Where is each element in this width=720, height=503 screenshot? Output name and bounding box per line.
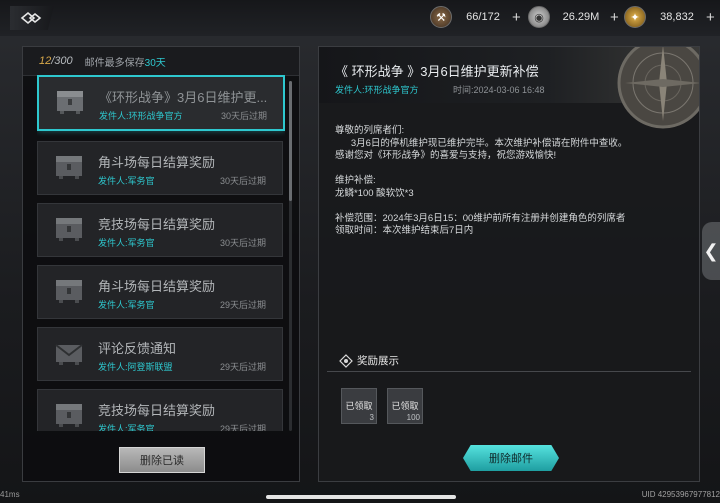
- mail-chest-icon: [56, 280, 82, 303]
- reward-quantity: 100: [406, 413, 420, 422]
- mail-body-line: 补偿范围：2024年3月6日15：00维护前所有注册并创建角色的列席者: [335, 212, 626, 224]
- silver-resource: ◉ 26.29M +: [528, 6, 619, 28]
- gold-resource: ✦ 38,832 +: [624, 6, 715, 28]
- stamina-value: 66/172: [466, 11, 500, 23]
- mail-title: 角斗场每日结算奖励: [98, 155, 216, 170]
- add-gold-button[interactable]: +: [706, 10, 715, 25]
- mail-chest-icon: [56, 218, 82, 241]
- mail-envelope-icon: [55, 344, 83, 365]
- mail-body-line: 领取时间：本次维护结束后7日内: [335, 225, 474, 236]
- diamond-icon: [339, 353, 353, 368]
- reward-status: 已领取: [345, 401, 373, 411]
- back-button[interactable]: [10, 6, 54, 30]
- mail-detail-sender: 发件人:环形战争官方: [335, 85, 419, 95]
- mail-list-header: 12/300 邮件最多保存30天: [23, 47, 299, 76]
- silver-coin-icon: ◉: [528, 6, 550, 28]
- mail-body-line: 龙鳞*100 酸软饮*3: [335, 187, 414, 199]
- mail-item[interactable]: 评论反馈通知 发件人:阿登斯联盟 29天后过期: [37, 327, 283, 381]
- mail-body: 尊敬的列席者们: 3月6日的停机维护现已维护完毕。本次维护补偿请在附件中查收。 …: [335, 125, 627, 238]
- keep-prefix: 邮件最多保存: [84, 57, 145, 69]
- delete-read-button[interactable]: 删除已读: [119, 447, 205, 473]
- mail-body-line: 3月6日的停机维护现已维护完毕。本次维护补偿请在附件中查收。: [335, 137, 628, 149]
- mail-count-total: /300: [51, 55, 73, 67]
- add-stamina-button[interactable]: +: [512, 10, 521, 25]
- mail-expire: 30天后过期: [219, 176, 266, 186]
- mail-expire: 29天后过期: [219, 362, 266, 372]
- mail-sender: 发件人:阿登斯联盟: [98, 362, 173, 372]
- mail-sender: 发件人:军务官: [98, 176, 155, 186]
- add-silver-button[interactable]: +: [610, 10, 619, 25]
- mail-body-line: 尊敬的列席者们:: [335, 125, 405, 136]
- reward-section-title: 奖励展示: [339, 353, 399, 368]
- gold-coin-icon: ✦: [624, 6, 646, 28]
- stamina-icon: ⚒: [430, 6, 452, 28]
- mail-expire: 30天后过期: [219, 238, 266, 248]
- mail-detail-title: 《 环形战争 》3月6日维护更新补偿: [335, 64, 539, 79]
- mail-body-line: 感谢您对《环形战争》的喜爱与支持，祝您游戏愉快!: [335, 150, 557, 161]
- mail-expire: 29天后过期: [219, 424, 266, 431]
- mail-count: 12/300: [39, 55, 73, 67]
- mail-title: 《环形战争》3月6日维护更...: [99, 90, 268, 105]
- side-panel-toggle[interactable]: ❮: [702, 222, 720, 280]
- mail-title: 竞技场每日结算奖励: [98, 217, 216, 232]
- mail-count-current: 12: [39, 55, 52, 67]
- mail-sender: 发件人:军务官: [98, 300, 155, 310]
- mail-item[interactable]: 角斗场每日结算奖励 发件人:军务官 30天后过期: [37, 141, 283, 195]
- mail-sender: 发件人:军务官: [98, 238, 155, 248]
- delete-mail-button[interactable]: 删除邮件: [463, 445, 559, 471]
- reward-title-text: 奖励展示: [357, 355, 399, 367]
- latency-readout: 41ms: [0, 490, 20, 499]
- mail-detail-header: 《 环形战争 》3月6日维护更新补偿 发件人:环形战争官方 时间:2024-03…: [319, 47, 699, 129]
- mail-detail-panel: 《 环形战争 》3月6日维护更新补偿 发件人:环形战争官方 时间:2024-03…: [318, 46, 700, 482]
- mail-title: 评论反馈通知: [98, 341, 177, 356]
- mail-keep-note: 邮件最多保存30天: [85, 54, 166, 69]
- reward-status: 已领取: [391, 401, 419, 411]
- mail-body-line: [335, 200, 627, 213]
- mail-list-panel: 12/300 邮件最多保存30天 《环形战争》3月6日维护更... 发件人:环形…: [22, 46, 300, 482]
- mail-title: 竞技场每日结算奖励: [98, 403, 216, 418]
- reward-quantity: 3: [369, 413, 374, 422]
- mail-expire: 30天后过期: [220, 111, 267, 121]
- silver-value: 26.29M: [562, 11, 600, 23]
- mail-item[interactable]: 《环形战争》3月6日维护更... 发件人:环形战争官方 30天后过期: [37, 75, 285, 131]
- mail-item[interactable]: 角斗场每日结算奖励 发件人:军务官 29天后过期: [37, 265, 283, 319]
- reward-item[interactable]: 已领取 3: [341, 388, 377, 424]
- mail-chest-icon: [56, 156, 82, 179]
- mail-detail-time: 时间:2024-03-06 16:48: [453, 85, 545, 95]
- back-arrow-icon: [20, 11, 42, 25]
- user-id: UID 42953967977812: [641, 490, 720, 499]
- mail-list[interactable]: 《环形战争》3月6日维护更... 发件人:环形战争官方 30天后过期 角斗场每日…: [37, 75, 285, 431]
- top-bar: ⚒ 66/172 + ◉ 26.29M + ✦ 38,832 +: [0, 0, 720, 36]
- mail-chest-icon: [57, 91, 83, 114]
- compass-decoration-icon: [617, 47, 699, 129]
- reward-divider: [327, 371, 691, 372]
- mail-item[interactable]: 竞技场每日结算奖励 发件人:军务官 30天后过期: [37, 203, 283, 257]
- chevron-left-icon: ❮: [703, 240, 719, 261]
- keep-days: 30天: [144, 57, 166, 69]
- mail-body-line: 维护补偿:: [335, 175, 376, 186]
- gold-value: 38,832: [660, 11, 694, 23]
- mail-title: 角斗场每日结算奖励: [98, 279, 216, 294]
- mail-sender: 发件人:环形战争官方: [99, 111, 183, 121]
- mail-body-line: [335, 163, 627, 176]
- mail-expire: 29天后过期: [219, 300, 266, 310]
- home-indicator[interactable]: [266, 495, 456, 499]
- mail-item[interactable]: 竞技场每日结算奖励 发件人:军务官 29天后过期: [37, 389, 283, 431]
- mail-sender: 发件人:军务官: [98, 424, 155, 431]
- reward-item[interactable]: 已领取 100: [387, 388, 423, 424]
- stamina-resource: ⚒ 66/172 +: [430, 6, 521, 28]
- mail-chest-icon: [56, 404, 82, 427]
- mail-list-scrollbar-thumb[interactable]: [289, 81, 292, 201]
